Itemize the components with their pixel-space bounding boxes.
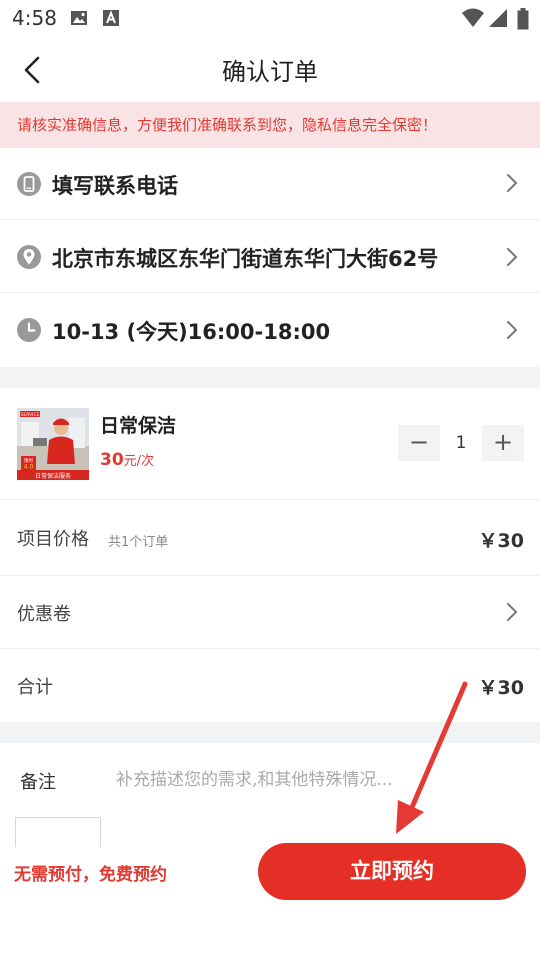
wifi-icon [462, 8, 484, 27]
service-photo: 日常保洁服务 SERVICE 限时 4.0 [17, 408, 89, 480]
service-price-value: 30 [100, 450, 124, 470]
remark-label: 备注 [20, 772, 56, 793]
service-name: 日常保洁 [100, 415, 177, 437]
contact-phone-row[interactable]: 填写联系电话 [0, 148, 540, 220]
header: 确认订单 [0, 38, 540, 100]
time-slot-row[interactable]: 10-13 (今天)16:00-18:00 [0, 293, 540, 367]
item-price-label: 项目价格 [17, 529, 89, 550]
order-count: 共1个订单 [108, 535, 169, 550]
total-amount: ￥30 [478, 677, 524, 699]
address-row[interactable]: 北京市东城区东华门街道东华门大街62号 [0, 220, 540, 293]
clock-icon [17, 318, 41, 342]
item-price-amount: ￥30 [478, 530, 524, 552]
service-thumbnail: 日常保洁服务 SERVICE 限时 4.0 [17, 408, 89, 480]
chevron-right-icon [507, 174, 518, 192]
free-booking-note: 无需预付，免费预约 [14, 865, 167, 885]
page-title: 确认订单 [222, 58, 318, 86]
thumbnail-price-tag-value: 4.0 [24, 464, 34, 471]
remark-photo-box[interactable] [15, 817, 101, 847]
phone-icon [17, 172, 41, 196]
quantity-stepper: − 1 + [398, 425, 524, 461]
service-price-unit: 元/次 [123, 454, 155, 469]
chevron-right-icon [507, 248, 518, 266]
coupon-label: 优惠卷 [17, 604, 71, 625]
battery-icon [517, 8, 529, 30]
coupon-row[interactable]: 优惠卷 [0, 576, 540, 649]
increment-button[interactable]: + [482, 425, 524, 461]
service-price: 30元/次 [100, 450, 154, 470]
privacy-notice: 请核实准确信息，方便我们准确联系到您，隐私信息完全保密！ [0, 102, 540, 148]
font-a-icon [103, 10, 119, 26]
item-price-row: 项目价格 共1个订单 ￥30 [0, 500, 540, 576]
address-text: 北京市东城区东华门街道东华门大街62号 [52, 247, 439, 271]
decrement-button[interactable]: − [398, 425, 440, 461]
time-slot-text: 10-13 (今天)16:00-18:00 [52, 320, 331, 344]
section-divider [0, 722, 540, 743]
total-row: 合计 ￥30 [0, 649, 540, 722]
contact-phone-text: 填写联系电话 [52, 174, 178, 198]
quantity-value[interactable]: 1 [440, 425, 482, 461]
chevron-right-icon [507, 321, 518, 339]
status-time: 4:58 [12, 6, 57, 30]
book-now-button[interactable]: 立即预约 [258, 843, 526, 900]
thumbnail-badge: SERVICE [21, 412, 40, 418]
chevron-right-icon [507, 603, 518, 621]
remark-input[interactable] [116, 766, 446, 794]
total-label: 合计 [17, 677, 53, 698]
thumbnail-label: 日常保洁服务 [35, 472, 71, 480]
section-divider [0, 367, 540, 388]
location-pin-icon [17, 245, 41, 269]
gallery-icon [71, 11, 87, 25]
status-bar: 4:58 [0, 0, 540, 38]
cell-signal-icon [489, 9, 507, 27]
